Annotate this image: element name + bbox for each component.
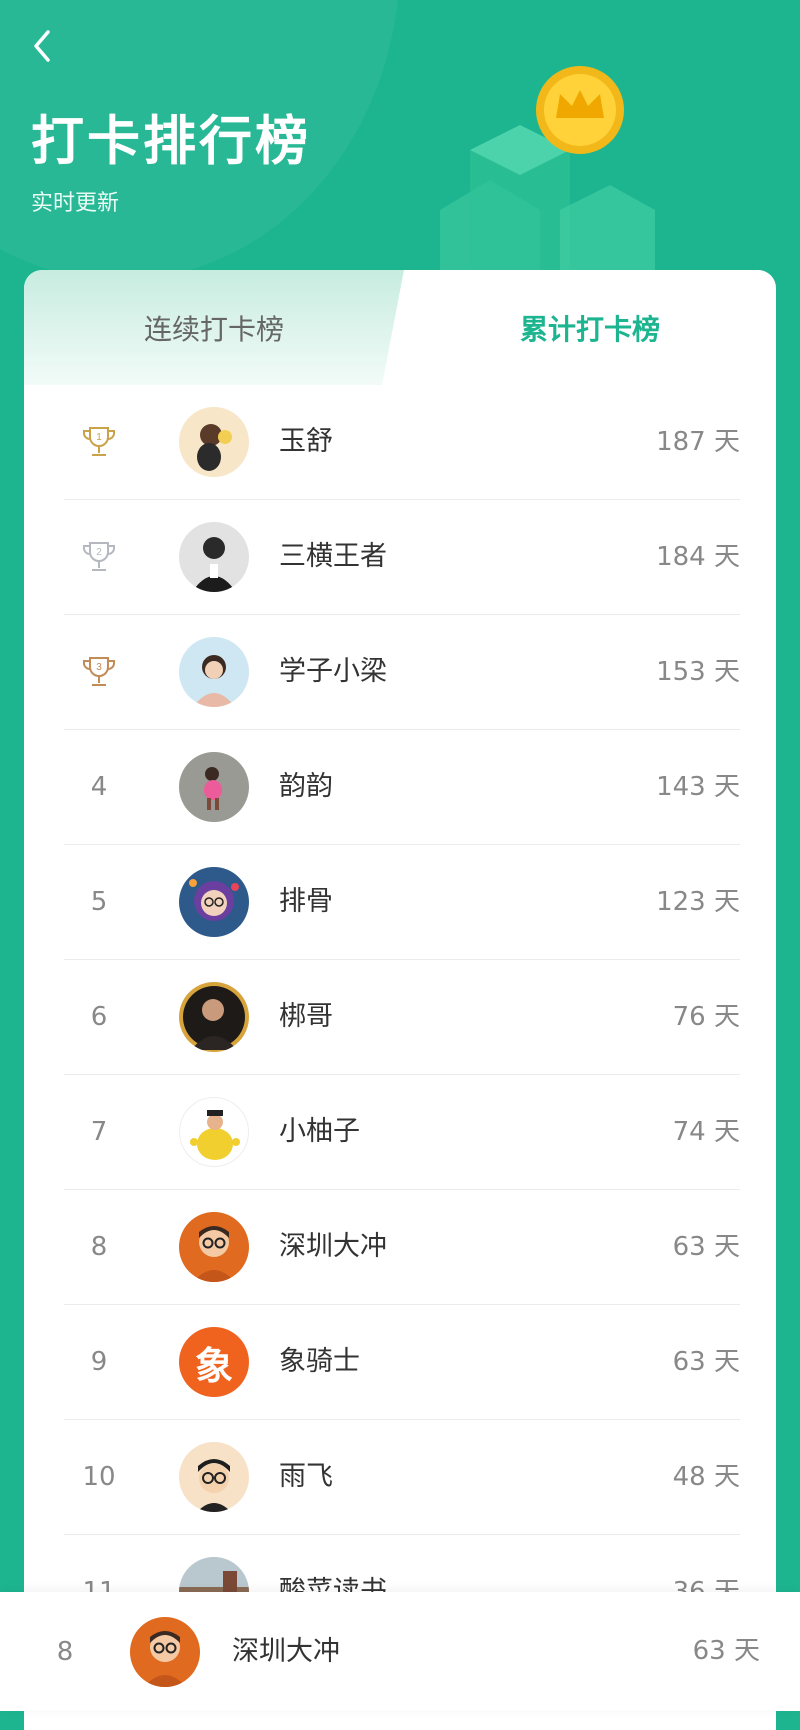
back-arrow-icon[interactable] (30, 26, 60, 66)
rank-number: 6 (90, 1002, 108, 1032)
user-name: 学子小梁 (279, 656, 387, 687)
page-subtitle: 实时更新 (31, 191, 120, 216)
rank-number: 4 (90, 772, 108, 802)
avatar[interactable] (179, 752, 249, 822)
rank-number: 3 (96, 662, 102, 673)
leaderboard-card: 连续打卡榜 累计打卡榜 1 玉舒 187 天 2 三横王者 184 天 3 学子… (24, 270, 776, 1730)
user-name: 排骨 (279, 886, 333, 917)
user-name: 雨飞 (279, 1461, 333, 1492)
bronze-trophy-icon: 3 (64, 615, 134, 729)
rank-number: 8 (90, 1232, 108, 1262)
ranking-row[interactable]: 3 学子小梁 153 天 (64, 615, 740, 730)
checkin-days: 76 天 (672, 1002, 740, 1032)
rank-number: 1 (96, 432, 102, 443)
silver-trophy-icon: 2 (64, 500, 134, 614)
coin-crown-illustration (440, 66, 655, 290)
user-name: 深圳大冲 (279, 1231, 387, 1262)
ranking-row[interactable]: 8 深圳大冲 63 天 (64, 1190, 740, 1305)
tab-consecutive[interactable]: 连续打卡榜 (24, 270, 404, 385)
avatar-text: 象 (194, 1343, 233, 1388)
my-rank-number: 8 (56, 1636, 74, 1667)
checkin-days: 63 天 (672, 1232, 740, 1262)
ranking-row[interactable]: 9 象 象骑士 63 天 (64, 1305, 740, 1420)
tab-bar: 连续打卡榜 累计打卡榜 (24, 270, 776, 385)
my-avatar[interactable] (130, 1617, 200, 1687)
rank-number: 9 (90, 1347, 108, 1377)
rank-number: 7 (90, 1117, 108, 1147)
user-name: 小柚子 (279, 1116, 360, 1147)
ranking-row[interactable]: 4 韵韵 143 天 (64, 730, 740, 845)
page-title: 打卡排行榜 (31, 111, 311, 172)
avatar[interactable] (179, 1212, 249, 1282)
avatar[interactable] (179, 407, 249, 477)
ranking-row[interactable]: 6 梆哥 76 天 (64, 960, 740, 1075)
ranking-row[interactable]: 1 玉舒 187 天 (64, 385, 740, 500)
checkin-days: 63 天 (672, 1347, 740, 1377)
user-name: 象骑士 (279, 1346, 360, 1377)
checkin-days: 187 天 (656, 427, 740, 457)
rank-number: 2 (96, 547, 102, 558)
avatar[interactable] (179, 1442, 249, 1512)
rank-number: 10 (82, 1462, 116, 1492)
ranking-row[interactable]: 5 排骨 123 天 (64, 845, 740, 960)
my-user-name: 深圳大冲 (232, 1636, 340, 1667)
tab-cumulative[interactable]: 累计打卡榜 (404, 270, 776, 385)
checkin-days: 123 天 (656, 887, 740, 917)
avatar[interactable] (179, 1097, 249, 1167)
ranking-list: 1 玉舒 187 天 2 三横王者 184 天 3 学子小梁 153 天 4 韵… (64, 385, 740, 1650)
ranking-row[interactable]: 2 三横王者 184 天 (64, 500, 740, 615)
avatar[interactable]: 象 (179, 1327, 249, 1397)
avatar[interactable] (179, 637, 249, 707)
checkin-days: 153 天 (656, 657, 740, 687)
rank-number: 5 (90, 887, 108, 917)
user-name: 梆哥 (279, 1001, 333, 1032)
avatar[interactable] (179, 982, 249, 1052)
my-checkin-days: 63 天 (692, 1636, 760, 1666)
user-name: 韵韵 (279, 771, 333, 802)
gold-trophy-icon: 1 (64, 385, 134, 499)
ranking-row[interactable]: 7 小柚子 74 天 (64, 1075, 740, 1190)
checkin-days: 184 天 (656, 542, 740, 572)
avatar[interactable] (179, 867, 249, 937)
checkin-days: 74 天 (672, 1117, 740, 1147)
header: 打卡排行榜 实时更新 (0, 0, 800, 290)
user-name: 玉舒 (279, 426, 333, 457)
checkin-days: 143 天 (656, 772, 740, 802)
checkin-days: 48 天 (672, 1462, 740, 1492)
avatar[interactable] (179, 522, 249, 592)
ranking-row[interactable]: 10 雨飞 48 天 (64, 1420, 740, 1535)
my-rank-bar[interactable]: 8 深圳大冲 63 天 (0, 1592, 800, 1711)
user-name: 三横王者 (279, 541, 387, 572)
